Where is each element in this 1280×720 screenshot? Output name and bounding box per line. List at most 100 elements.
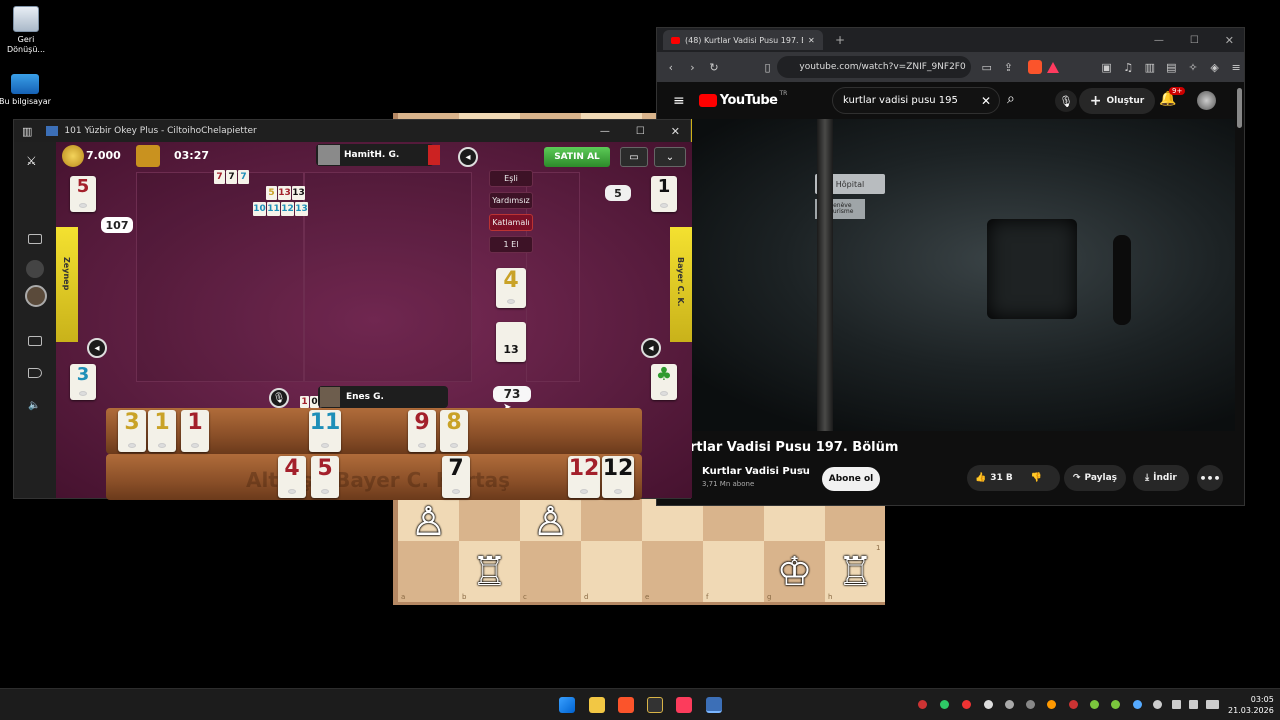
microphone-tray-icon[interactable] [1153, 700, 1162, 709]
corner-tile-bottom-right[interactable]: ♣ [651, 364, 677, 400]
scrollbar[interactable] [1237, 88, 1242, 128]
league-icon[interactable] [647, 697, 663, 713]
lobby-icon[interactable]: ⚔ [26, 154, 37, 168]
table-tile[interactable]: 11 [267, 202, 280, 216]
option-katlamali[interactable]: Katlamalı [489, 214, 533, 231]
microphone-icon[interactable]: 🎙 [269, 388, 289, 408]
rack-tile[interactable]: 7 [442, 456, 470, 498]
table-tile[interactable]: 13 [278, 186, 291, 200]
forward-icon[interactable]: › [685, 61, 701, 74]
subscribe-button[interactable]: Abone ol [822, 467, 880, 491]
table-tile[interactable]: 10 [253, 202, 266, 216]
rack-tile[interactable]: 3 [118, 410, 146, 452]
rack-tile[interactable]: 1 [148, 410, 176, 452]
menu-icon[interactable]: ≡ [1228, 61, 1244, 74]
option-esli[interactable]: Eşli [489, 170, 533, 187]
close-window-icon[interactable]: ✕ [671, 125, 680, 138]
volume-icon[interactable] [1189, 700, 1198, 709]
option-1-el[interactable]: 1 El [489, 236, 533, 253]
treasure-chest-icon[interactable] [136, 145, 160, 167]
extensions-icon[interactable]: ▣ [1099, 61, 1115, 74]
corner-tile-top-left[interactable]: 5 [70, 176, 96, 212]
like-count[interactable]: 31 B [990, 473, 1013, 483]
table-tile[interactable]: 13 [295, 202, 308, 216]
chevron-down-icon[interactable]: ⌄ [654, 147, 686, 167]
clear-search-icon[interactable]: ✕ [981, 94, 991, 108]
exit-icon[interactable] [28, 234, 42, 244]
corner-tile-bottom-left[interactable]: 3 [70, 364, 96, 400]
chat-icon[interactable]: ▭ [620, 147, 648, 167]
rack-tile[interactable]: 1 [181, 410, 209, 452]
tray-icon[interactable] [1133, 700, 1142, 709]
rack-tile[interactable]: 9 [408, 410, 436, 452]
table-tile[interactable]: 7 [226, 170, 237, 184]
settings-icon[interactable] [26, 260, 44, 278]
avatar[interactable] [25, 285, 47, 307]
minimize-icon[interactable]: — [600, 126, 610, 137]
minimize-icon[interactable]: — [1154, 35, 1164, 46]
rack-tile[interactable]: 11 [309, 410, 341, 452]
white-rook-icon[interactable]: ♖ [459, 541, 520, 602]
video-player[interactable]: Hôpital Genève Tourisme [657, 119, 1235, 431]
table-tile[interactable]: 7 [214, 170, 225, 184]
table-tile[interactable]: 12 [281, 202, 294, 216]
brave-rewards-icon[interactable] [1046, 61, 1059, 73]
share-button[interactable]: ↷ Paylaş [1064, 465, 1126, 491]
white-king-icon[interactable]: ♔ [764, 541, 825, 602]
tray-icon[interactable] [962, 700, 971, 709]
tray-icon[interactable] [1111, 700, 1120, 709]
indicator-tile[interactable]: 4 [496, 268, 526, 308]
url-field[interactable]: youtube.com/watch?v=ZNIF_9NF2F0 [777, 56, 971, 78]
tray-icon[interactable] [1026, 700, 1035, 709]
speaker-icon[interactable]: ◂ [641, 338, 661, 358]
sidebar-icon[interactable]: ▥ [1142, 61, 1158, 74]
close-tab-icon[interactable]: ✕ [808, 36, 815, 45]
sidebar-toggle-icon[interactable]: ▥ [22, 125, 32, 138]
speaker-icon[interactable]: ◂ [87, 338, 107, 358]
file-explorer-icon[interactable] [589, 697, 605, 713]
deck-tile[interactable]: 13 [496, 322, 526, 362]
bookmark-icon[interactable]: ▯ [760, 61, 776, 74]
tray-icon[interactable] [1069, 700, 1078, 709]
close-window-icon[interactable]: ✕ [1225, 34, 1234, 47]
this-pc-icon[interactable]: Bu bilgisayar [0, 74, 53, 107]
tray-icon[interactable] [918, 700, 927, 709]
create-button[interactable]: + Oluştur [1079, 88, 1155, 114]
tab-youtube[interactable]: (48) Kurtlar Vadisi Pusu 197. Bölü ✕ [663, 30, 823, 50]
music-icon[interactable]: ♫ [1120, 61, 1136, 74]
network-icon[interactable] [1172, 700, 1181, 709]
download-button[interactable]: ⤓ İndir [1133, 465, 1189, 491]
volume-icon[interactable]: 🔈 [28, 400, 40, 411]
clock[interactable]: 03:05 21.03.2026 [1228, 694, 1274, 716]
reload-icon[interactable]: ↻ [706, 61, 722, 74]
tray-icon[interactable] [1090, 700, 1099, 709]
apple-music-icon[interactable] [676, 697, 692, 713]
cast-icon[interactable]: ▭ [979, 61, 995, 74]
tray-icon[interactable] [1047, 700, 1056, 709]
start-icon[interactable] [559, 697, 575, 713]
hamburger-icon[interactable]: ≡ [673, 93, 685, 109]
keyboard-icon[interactable] [28, 336, 42, 346]
tray-icon[interactable] [1005, 700, 1014, 709]
new-tab-icon[interactable]: + [835, 33, 845, 47]
search-icon[interactable]: ⌕ [1007, 91, 1015, 107]
tray-icon[interactable] [984, 700, 993, 709]
okey-app-icon[interactable] [706, 697, 722, 713]
back-icon[interactable]: ‹ [663, 61, 679, 74]
channel-name[interactable]: Kurtlar Vadisi Pusu [702, 466, 810, 477]
like-icon[interactable]: 👍 [975, 473, 986, 483]
brave-icon[interactable] [618, 697, 634, 713]
option-yardimsiz[interactable]: Yardımsız [489, 192, 533, 209]
more-options-icon[interactable]: ••• [1197, 465, 1223, 491]
browser-window[interactable]: (48) Kurtlar Vadisi Pusu 197. Bölü ✕ + —… [656, 27, 1245, 506]
rack-tile[interactable]: 4 [278, 456, 306, 498]
vpn-icon[interactable]: ◈ [1207, 61, 1223, 74]
rack-tile[interactable]: 8 [440, 410, 468, 452]
rack-tile[interactable]: 5 [311, 456, 339, 498]
buy-button[interactable]: SATIN AL [544, 147, 610, 167]
table-tile[interactable]: 13 [292, 186, 305, 200]
maximize-icon[interactable]: ☐ [636, 126, 645, 137]
table-tile[interactable]: 5 [266, 186, 277, 200]
brave-shield-icon[interactable] [1028, 60, 1042, 74]
youtube-logo-icon[interactable] [698, 94, 717, 107]
